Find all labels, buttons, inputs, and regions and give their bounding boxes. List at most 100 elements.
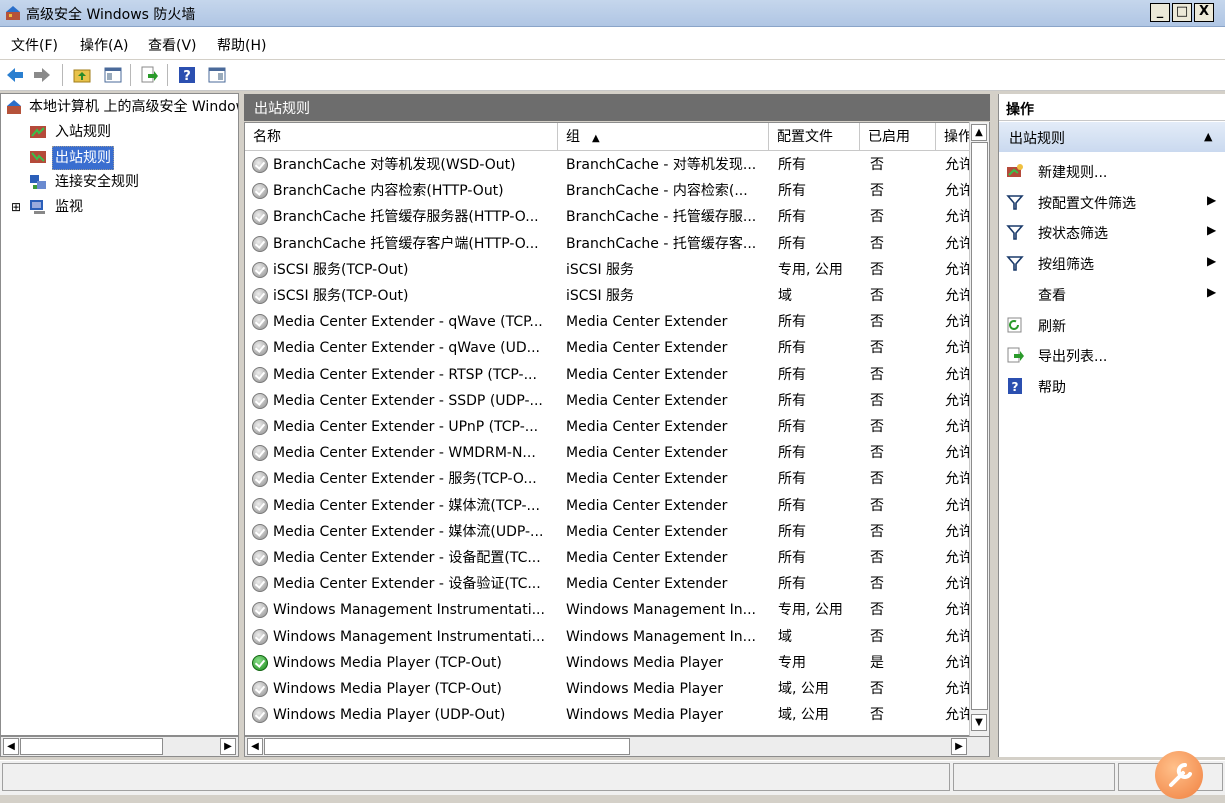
assistant-wrench-icon[interactable] (1155, 751, 1203, 799)
table-row[interactable]: iSCSI 服务(TCP-Out) iSCSI 服务 专用, 公用 否 允许 (245, 257, 971, 283)
column-header-group[interactable]: 组 ▲ (558, 123, 769, 151)
action-filter-by-profile[interactable]: 按配置文件筛选 ▶ (999, 187, 1225, 217)
cell-name: Media Center Extender - qWave (UD... (273, 340, 540, 357)
vertical-scrollbar[interactable]: ▲ ▼ (969, 122, 989, 736)
list-horizontal-scrollbar[interactable]: ◀ ▶ (244, 736, 990, 757)
show-hide-console-tree-icon[interactable] (104, 66, 122, 84)
table-row[interactable]: Media Center Extender - 媒体流(TCP-... Media… (245, 493, 971, 519)
table-row[interactable]: BranchCache 托管缓存服务器(HTTP-O... BranchCache… (245, 204, 971, 230)
actions-header-label: 操作 (1006, 102, 1034, 118)
tree-item-outbound-rules[interactable]: 出站规则 (29, 146, 229, 170)
expand-icon[interactable]: ⊞ (9, 196, 23, 218)
scroll-left-button[interactable]: ◀ (3, 738, 19, 755)
close-button[interactable]: X (1194, 3, 1214, 22)
scroll-right-button[interactable]: ▶ (951, 738, 967, 755)
minimize-button[interactable]: _ (1150, 3, 1170, 22)
scroll-up-button[interactable]: ▲ (971, 124, 987, 141)
help-icon[interactable]: ? (178, 66, 196, 84)
table-row[interactable]: Media Center Extender - RTSP (TCP-... Med… (245, 362, 971, 388)
action-label: 帮助 (1038, 379, 1066, 396)
rule-disabled-icon (252, 445, 268, 462)
show-hide-action-pane-icon[interactable] (208, 66, 226, 84)
toolbar-separator (167, 64, 168, 86)
cell-group: Media Center Extender (566, 340, 728, 357)
scrollbar-thumb[interactable] (264, 738, 630, 755)
cell-group: BranchCache - 托管缓存客... (566, 235, 757, 252)
table-row[interactable]: Media Center Extender - 媒体流(UDP-... Media… (245, 519, 971, 545)
cell-profile: 所有 (778, 209, 806, 226)
action-filter-by-group[interactable]: 按组筛选 ▶ (999, 248, 1225, 278)
cell-name: Windows Management Instrumentati... (273, 628, 545, 645)
table-row[interactable]: Windows Media Player (TCP-Out) Windows Me… (245, 676, 971, 702)
rule-enabled-icon (252, 654, 268, 671)
menu-action[interactable]: 操作(A) (80, 35, 129, 55)
cell-action: 允许 (945, 550, 971, 566)
action-export-list[interactable]: 导出列表... (999, 340, 1225, 370)
table-row[interactable]: BranchCache 对等机发现(WSD-Out) BranchCache - … (245, 152, 971, 178)
cell-action: 允许 (945, 445, 971, 462)
cell-group: Media Center Extender (566, 419, 728, 435)
filter-icon (1006, 224, 1024, 241)
cell-profile: 所有 (778, 314, 806, 331)
actions-section-outbound-rules[interactable]: 出站规则 ▲ (999, 122, 1225, 152)
collapse-icon[interactable]: ▲ (1204, 130, 1212, 143)
cell-enabled: 否 (870, 261, 884, 278)
rule-disabled-icon (252, 602, 268, 619)
table-row[interactable]: Windows Management Instrumentati... Windo… (245, 597, 971, 623)
menu-view[interactable]: 查看(V) (148, 35, 197, 55)
maximize-button[interactable]: □ (1172, 3, 1192, 22)
action-filter-by-state[interactable]: 按状态筛选 ▶ (999, 217, 1225, 247)
cell-group: Windows Media Player (566, 681, 724, 697)
sort-ascending-icon: ▲ (592, 133, 600, 144)
table-row[interactable]: Media Center Extender - WMDRM-N... Media … (245, 440, 971, 466)
forward-arrow-icon[interactable] (33, 66, 51, 84)
table-row[interactable]: Windows Management Instrumentati... Windo… (245, 624, 971, 650)
table-row[interactable]: BranchCache 内容检索(HTTP-Out) BranchCache - … (245, 178, 971, 204)
table-row[interactable]: Media Center Extender - qWave (UD... Medi… (245, 335, 971, 361)
scrollbar-thumb[interactable] (971, 142, 988, 710)
scrollbar-thumb[interactable] (20, 738, 163, 755)
table-row[interactable]: Media Center Extender - 服务(TCP-O... Media… (245, 466, 971, 492)
table-row[interactable]: Media Center Extender - UPnP (TCP-... Med… (245, 414, 971, 440)
cell-action: 允许 (945, 366, 971, 383)
cell-group: Windows Media Player (566, 654, 724, 671)
action-label: 导出列表... (1038, 349, 1108, 366)
tree-horizontal-scrollbar[interactable]: ◀ ▶ (0, 736, 239, 757)
scroll-left-button[interactable]: ◀ (247, 738, 263, 755)
table-row[interactable]: BranchCache 托管缓存客户端(HTTP-O... BranchCache… (245, 231, 971, 257)
rule-disabled-icon (252, 471, 268, 488)
column-header-enabled[interactable]: 已启用 (860, 123, 936, 151)
cell-profile: 专用, 公用 (778, 261, 843, 278)
column-header-profile[interactable]: 配置文件 (769, 123, 860, 151)
table-row[interactable]: Windows Media Player (UDP-Out) Windows Me… (245, 702, 971, 728)
table-row[interactable]: Media Center Extender - 设备验证(TC... Media … (245, 571, 971, 597)
back-arrow-icon[interactable] (6, 66, 24, 84)
cell-profile: 所有 (778, 576, 806, 593)
action-new-rule[interactable]: 新建规则... (999, 156, 1225, 186)
up-folder-icon[interactable] (73, 66, 91, 84)
menu-file[interactable]: 文件(F) (11, 35, 58, 55)
action-refresh[interactable]: 刷新 (999, 310, 1225, 340)
menu-help[interactable]: 帮助(H) (217, 35, 266, 55)
table-row[interactable]: iSCSI 服务(TCP-Out) iSCSI 服务 域 否 允许 (245, 283, 971, 309)
cell-enabled: 否 (870, 681, 884, 697)
cell-enabled: 否 (870, 576, 884, 593)
column-header-name[interactable]: 名称 (245, 123, 558, 151)
cell-action: 允许 (945, 183, 971, 200)
export-list-icon[interactable] (140, 66, 158, 84)
tree-root[interactable]: 本地计算机 上的高级安全 Windows (5, 96, 238, 118)
tree-item-connection-security-rules[interactable]: 连接安全规则 (29, 171, 229, 193)
cell-profile: 域, 公用 (778, 707, 829, 724)
action-view[interactable]: 查看 ▶ (999, 279, 1225, 309)
toolbar: ? (0, 60, 1225, 91)
table-row[interactable]: Media Center Extender - 设备配置(TC... Media … (245, 545, 971, 571)
table-row[interactable]: Media Center Extender - qWave (TCP... Med… (245, 309, 971, 335)
table-row[interactable]: Media Center Extender - SSDP (UDP-... Med… (245, 388, 971, 414)
cell-profile: 所有 (778, 523, 806, 540)
action-help[interactable]: ? 帮助 (999, 371, 1225, 401)
tree-item-inbound-rules[interactable]: 入站规则 (29, 121, 229, 143)
scroll-right-button[interactable]: ▶ (220, 738, 236, 755)
tree-item-monitoring[interactable]: ⊞ 监视 (9, 196, 229, 218)
table-row[interactable]: Windows Media Player (TCP-Out) Windows Me… (245, 650, 971, 676)
scroll-down-button[interactable]: ▼ (971, 714, 987, 731)
